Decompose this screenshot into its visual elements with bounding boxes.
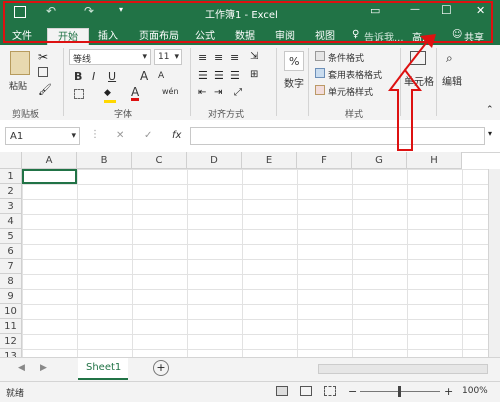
phonetic-button[interactable]: wén — [162, 87, 179, 96]
page-layout-view-icon[interactable] — [300, 386, 312, 396]
table-format-button[interactable]: 套用表格格式 — [328, 68, 382, 81]
orientation-icon[interactable]: ⤢ — [234, 87, 242, 98]
conditional-format-icon — [315, 51, 325, 61]
sheet-tab-sheet1[interactable]: Sheet1 — [78, 358, 128, 380]
row-header[interactable]: 12 — [0, 334, 22, 349]
zoom-slider-thumb[interactable] — [398, 386, 401, 397]
conditional-format-button[interactable]: 条件格式 — [328, 51, 364, 64]
column-header[interactable]: A — [22, 152, 77, 169]
align-bottom-icon[interactable]: ≡ — [230, 51, 239, 64]
chevron-down-icon: ▾ — [174, 52, 179, 62]
percent-icon[interactable]: % — [284, 51, 304, 71]
sheet-tabs-bar: ◀ ▶ Sheet1 + — [0, 357, 500, 382]
row-header[interactable]: 3 — [0, 199, 22, 214]
table-format-icon — [315, 68, 325, 78]
merge-center-icon[interactable]: ⊞ — [250, 69, 258, 80]
name-box[interactable]: A1 ▾ — [5, 127, 80, 145]
collapse-ribbon-icon[interactable]: ⌃ — [486, 105, 494, 115]
cancel-button[interactable]: ✕ — [116, 130, 124, 141]
align-center-icon[interactable]: ☰ — [214, 69, 224, 82]
zoom-level[interactable]: 100% — [462, 386, 488, 396]
clipboard-group-label: 剪贴板 — [12, 110, 40, 120]
column-header[interactable]: F — [297, 152, 352, 169]
row-header[interactable]: 4 — [0, 214, 22, 229]
increase-indent-icon[interactable]: ⇥ — [214, 87, 222, 98]
add-sheet-button[interactable]: + — [153, 360, 169, 376]
font-size-select[interactable]: 11 ▾ — [154, 49, 182, 65]
copy-icon[interactable] — [38, 67, 48, 77]
bold-button[interactable]: B — [74, 70, 82, 83]
horizontal-scrollbar[interactable] — [318, 364, 488, 374]
zoom-in-button[interactable]: + — [444, 385, 453, 398]
font-group-label: 字体 — [114, 110, 133, 120]
borders-icon[interactable] — [74, 89, 84, 99]
decrease-indent-icon[interactable]: ⇤ — [198, 87, 206, 98]
formula-input[interactable] — [190, 127, 485, 145]
more-options-icon: ⋮ — [90, 129, 100, 140]
row-header[interactable]: 2 — [0, 184, 22, 199]
enter-button[interactable]: ✓ — [144, 130, 152, 141]
column-header[interactable]: D — [187, 152, 242, 169]
column-header[interactable]: C — [132, 152, 187, 169]
align-left-icon[interactable]: ☰ — [198, 69, 208, 82]
row-header[interactable]: 9 — [0, 289, 22, 304]
annotation-arrow — [388, 34, 436, 151]
column-header[interactable]: E — [242, 152, 297, 169]
insert-function-button[interactable]: fx — [172, 130, 181, 141]
search-icon[interactable]: ⌕ — [446, 51, 453, 66]
wrap-text-icon[interactable]: ⇲ — [250, 51, 258, 62]
align-right-icon[interactable]: ☰ — [230, 69, 240, 82]
normal-view-icon[interactable] — [276, 386, 288, 396]
status-bar: 就绪 − + 100% — [0, 381, 500, 402]
cell-style-button[interactable]: 单元格样式 — [328, 85, 373, 98]
row-header[interactable]: 11 — [0, 319, 22, 334]
active-cell[interactable] — [22, 169, 77, 184]
expand-formula-icon[interactable]: ▾ — [488, 129, 492, 138]
font-color-button[interactable]: A — [131, 86, 140, 101]
align-top-icon[interactable]: ≡ — [198, 51, 207, 64]
styles-group-label: 样式 — [345, 110, 364, 120]
zoom-out-button[interactable]: − — [348, 385, 357, 398]
paste-label[interactable]: 粘贴 — [9, 79, 27, 92]
scroll-right-icon[interactable]: ▶ — [40, 363, 47, 373]
paste-icon[interactable] — [10, 51, 30, 75]
cell-style-icon — [315, 85, 325, 95]
column-header[interactable]: B — [77, 152, 132, 169]
fill-color-icon[interactable]: ◆ — [104, 88, 116, 103]
shrink-font-button[interactable]: A — [158, 71, 164, 81]
italic-button[interactable]: I — [92, 70, 95, 83]
edit-button[interactable]: 编辑 — [442, 73, 462, 88]
underline-button[interactable]: U — [108, 70, 116, 83]
alignment-group-label: 对齐方式 — [208, 110, 245, 120]
cell-gridlines — [22, 169, 500, 364]
number-format-button[interactable]: 数字 — [284, 75, 304, 90]
status-ready: 就绪 — [6, 389, 25, 399]
chevron-down-icon: ▾ — [71, 131, 76, 141]
chevron-down-icon: ▾ — [142, 52, 147, 62]
row-header[interactable]: 6 — [0, 244, 22, 259]
row-header[interactable]: 10 — [0, 304, 22, 319]
row-header[interactable]: 1 — [0, 169, 22, 184]
scroll-left-icon[interactable]: ◀ — [18, 363, 25, 373]
vertical-scrollbar[interactable] — [488, 169, 500, 357]
select-all-corner[interactable] — [0, 152, 22, 169]
row-header[interactable]: 5 — [0, 229, 22, 244]
cut-icon[interactable]: ✂ — [38, 50, 48, 64]
font-name-select[interactable]: 等线 ▾ — [69, 49, 151, 65]
worksheet-grid[interactable]: ABCDEFGH12345678910111213 — [0, 152, 500, 364]
format-painter-icon[interactable]: 🖌 — [38, 83, 52, 96]
align-middle-icon[interactable]: ≡ — [214, 51, 223, 64]
grow-font-button[interactable]: A — [140, 69, 148, 83]
page-break-view-icon[interactable] — [324, 386, 336, 396]
row-header[interactable]: 8 — [0, 274, 22, 289]
row-header[interactable]: 7 — [0, 259, 22, 274]
